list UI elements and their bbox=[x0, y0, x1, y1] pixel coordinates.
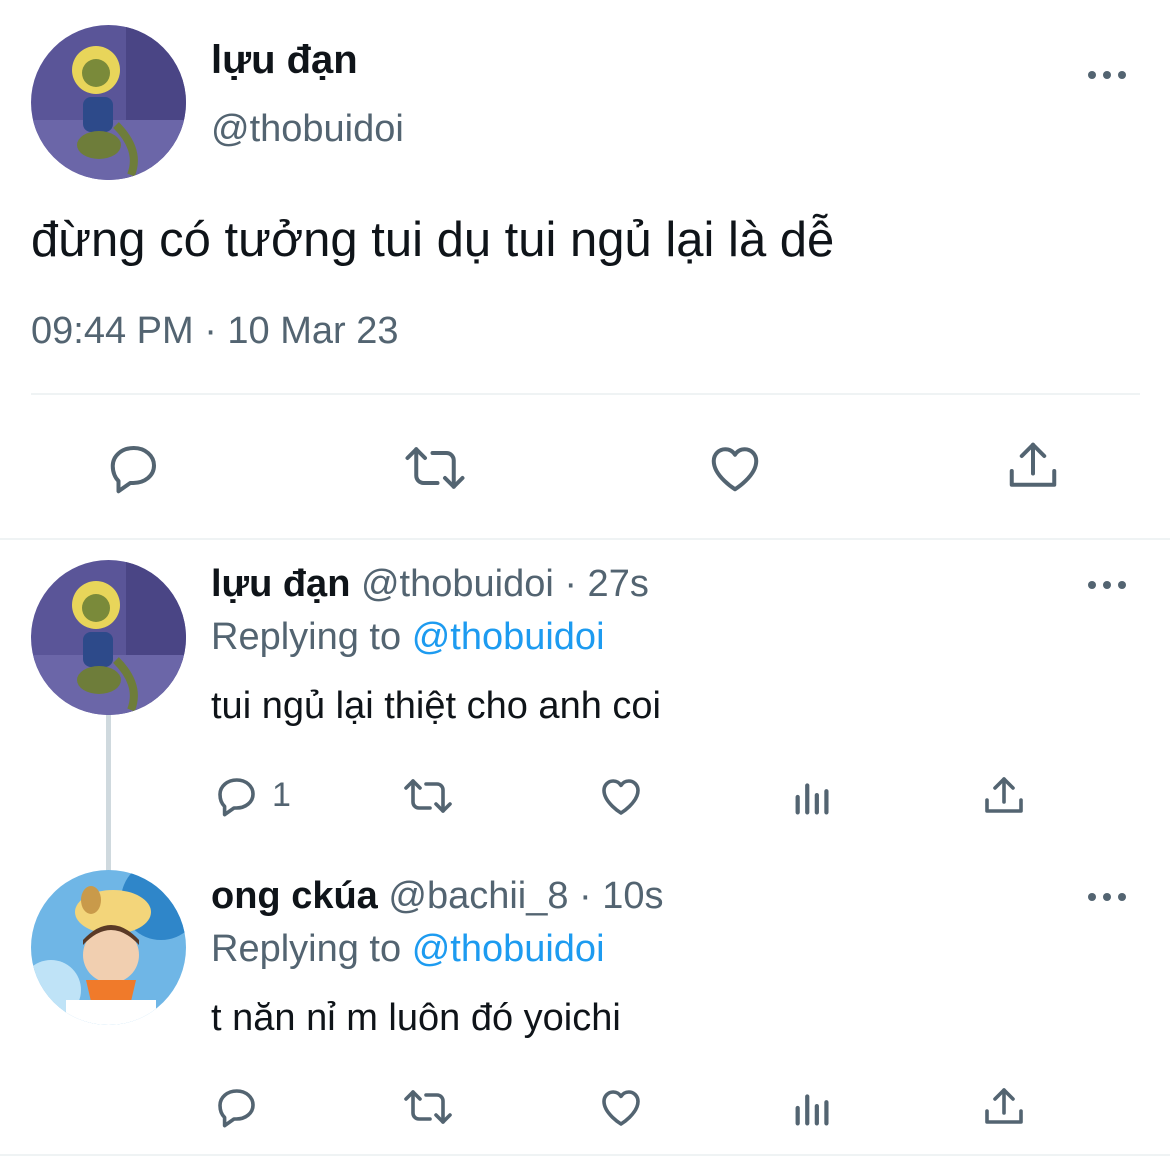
tweet-timestamp[interactable]: 09:44 PM · 10 Mar 23 bbox=[31, 310, 399, 353]
replying-to-link[interactable]: @thobuidoi bbox=[412, 928, 605, 970]
divider bbox=[31, 393, 1140, 395]
replying-to: Replying to @thobuidoi bbox=[211, 928, 605, 971]
share-icon[interactable] bbox=[1003, 436, 1063, 496]
retweet-icon[interactable] bbox=[400, 772, 456, 820]
replying-to-label: Replying to bbox=[211, 616, 402, 658]
avatar[interactable] bbox=[31, 25, 186, 180]
tweet-text: đừng có tưởng tui dụ tui ngủ lại là dễ bbox=[31, 213, 835, 267]
author-name[interactable]: lựu đạn bbox=[211, 38, 358, 83]
share-icon[interactable] bbox=[980, 1083, 1028, 1131]
share-icon[interactable] bbox=[980, 772, 1028, 820]
reply-icon[interactable] bbox=[213, 1083, 261, 1131]
handle-time[interactable]: @bachii_8 · 10s bbox=[388, 875, 663, 917]
replying-to: Replying to @thobuidoi bbox=[211, 616, 605, 659]
section-divider bbox=[0, 538, 1170, 540]
retweet-icon[interactable] bbox=[400, 438, 470, 498]
replying-to-link[interactable]: @thobuidoi bbox=[412, 616, 605, 658]
retweet-icon[interactable] bbox=[400, 1083, 456, 1131]
avatar[interactable] bbox=[31, 560, 186, 715]
reply-header: ong ckúa @bachii_8 · 10s bbox=[211, 875, 664, 918]
like-icon[interactable] bbox=[704, 438, 766, 498]
bottom-divider bbox=[0, 1154, 1170, 1156]
reply-icon[interactable] bbox=[213, 772, 261, 820]
reply-count: 1 bbox=[272, 776, 291, 814]
reply-text: t năn nỉ m luôn đó yoichi bbox=[211, 997, 621, 1039]
reply-icon[interactable] bbox=[104, 438, 164, 498]
reply-header: lựu đạn @thobuidoi · 27s bbox=[211, 563, 649, 606]
author-name[interactable]: ong ckúa bbox=[211, 875, 378, 917]
author-handle[interactable]: @thobuidoi bbox=[211, 108, 404, 151]
avatar[interactable] bbox=[31, 870, 186, 1025]
views-icon[interactable] bbox=[790, 774, 836, 820]
author-name[interactable]: lựu đạn bbox=[211, 563, 350, 605]
like-icon[interactable] bbox=[596, 772, 646, 820]
thread-line bbox=[106, 712, 111, 872]
more-options-icon[interactable] bbox=[1088, 890, 1126, 904]
more-options-icon[interactable] bbox=[1088, 578, 1126, 592]
reply-text: tui ngủ lại thiệt cho anh coi bbox=[211, 685, 661, 727]
like-icon[interactable] bbox=[596, 1083, 646, 1131]
handle-time[interactable]: @thobuidoi · 27s bbox=[361, 563, 649, 605]
views-icon[interactable] bbox=[790, 1085, 836, 1131]
replying-to-label: Replying to bbox=[211, 928, 402, 970]
more-options-icon[interactable] bbox=[1088, 68, 1126, 82]
